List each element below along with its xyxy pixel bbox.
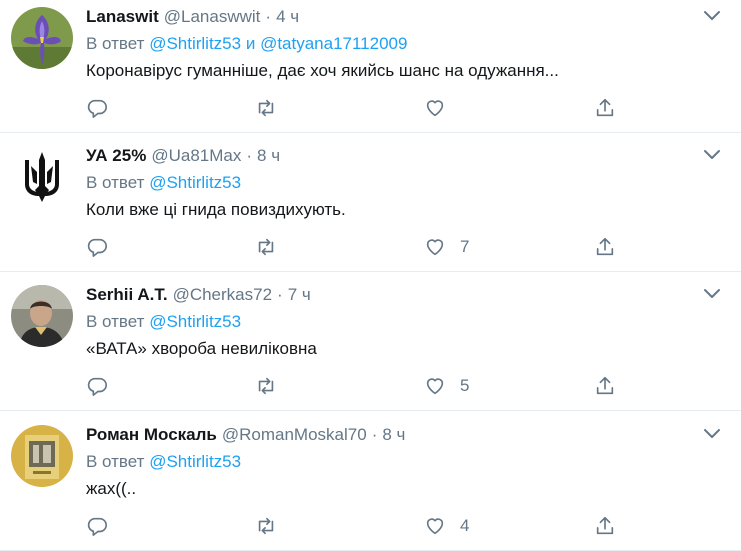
like-icon — [426, 518, 444, 535]
reply-context: В ответ @Shtirlitz53 — [86, 312, 241, 332]
reply-icon — [87, 99, 107, 118]
tweet-text: жах((.. — [86, 479, 137, 498]
retweet-icon — [258, 238, 274, 256]
reply-prefix: В ответ — [86, 452, 145, 471]
reply-icon — [87, 377, 107, 396]
retweet-icon — [258, 517, 274, 535]
author-name[interactable]: Роман Москаль — [86, 425, 217, 444]
tweet-header: Lanaswit @Lanaswwit · 4 ч — [86, 7, 299, 29]
reply-context: В ответ @Shtirlitz53 и @tatyana17112009 — [86, 34, 407, 54]
like-button[interactable]: 7 — [424, 234, 469, 260]
tweet-actions: 4 — [86, 513, 686, 539]
mention-link[interactable]: @Shtirlitz53 — [149, 312, 241, 331]
retweet-icon — [258, 99, 274, 117]
avatar[interactable] — [11, 285, 73, 347]
mention-link[interactable]: @Shtirlitz53 — [149, 173, 241, 192]
separator-dot: · — [246, 146, 253, 165]
reply-context: В ответ @Shtirlitz53 — [86, 173, 241, 193]
avatar[interactable] — [11, 146, 73, 208]
chevron-down-icon[interactable] — [702, 147, 722, 163]
like-button[interactable]: 5 — [424, 373, 469, 399]
separator-dot: · — [265, 7, 272, 26]
author-handle[interactable]: @Ua81Max — [151, 146, 241, 165]
tweet-header: Serhii A.T. @Cherkas72 · 7 ч — [86, 285, 311, 307]
tweet-time[interactable]: 7 ч — [288, 285, 311, 304]
share-button[interactable] — [594, 234, 616, 260]
share-button[interactable] — [594, 95, 616, 121]
reply-icon — [87, 517, 107, 536]
retweet-button[interactable] — [255, 513, 277, 539]
avatar[interactable] — [11, 425, 73, 487]
tweet[interactable]: УА 25% @Ua81Max · 8 ч В ответ @Shtirlitz53 … — [0, 133, 741, 272]
tweet-time[interactable]: 4 ч — [276, 7, 299, 26]
tweet-actions — [86, 95, 686, 121]
mention-link[interactable]: @tatyana17112009 — [260, 34, 407, 53]
like-button[interactable] — [424, 95, 460, 121]
like-icon — [426, 100, 444, 117]
mention-link[interactable]: @Shtirlitz53 — [149, 34, 241, 53]
like-count: 4 — [460, 516, 470, 535]
share-icon — [596, 516, 614, 535]
tweet-text: «ВАТА» хвороба невиліковна — [86, 339, 317, 358]
share-icon — [596, 237, 614, 256]
tweet[interactable]: Роман Москаль @RomanMoskal70 · 8 ч В ответ … — [0, 412, 741, 551]
reply-button[interactable] — [86, 373, 108, 399]
tweet-time[interactable]: 8 ч — [257, 146, 280, 165]
author-handle[interactable]: @Cherkas72 — [173, 285, 272, 304]
mention-joiner: и — [245, 34, 256, 53]
like-count: 5 — [460, 376, 470, 395]
reply-prefix: В ответ — [86, 173, 145, 192]
avatar[interactable] — [11, 7, 73, 69]
tweet[interactable]: Lanaswit @Lanaswwit · 4 ч В ответ @Shtirlit… — [0, 0, 741, 133]
author-name[interactable]: Serhii A.T. — [86, 285, 168, 304]
author-name[interactable]: Lanaswit — [86, 7, 159, 26]
separator-dot: · — [277, 285, 283, 304]
share-icon — [596, 98, 614, 117]
chevron-down-icon[interactable] — [702, 286, 722, 302]
author-handle[interactable]: @RomanMoskal70 — [222, 425, 367, 444]
mention-link[interactable]: @Shtirlitz53 — [149, 452, 241, 471]
reply-icon — [87, 238, 107, 257]
reply-button[interactable] — [86, 95, 108, 121]
reply-prefix: В ответ — [86, 34, 145, 53]
tweet-header: УА 25% @Ua81Max · 8 ч — [86, 146, 280, 168]
tweet-actions: 5 — [86, 373, 686, 399]
share-icon — [596, 376, 614, 395]
retweet-icon — [258, 377, 274, 395]
reply-prefix: В ответ — [86, 312, 145, 331]
chevron-down-icon[interactable] — [702, 426, 722, 442]
tweet[interactable]: Serhii A.T. @Cherkas72 · 7 ч В ответ @Shtir… — [0, 272, 741, 411]
separator-dot: · — [371, 425, 378, 444]
like-icon — [426, 239, 444, 256]
tweet-text: Коли вже ці гнида повиздихують. — [86, 200, 346, 219]
tweet-time[interactable]: 8 ч — [382, 425, 405, 444]
retweet-button[interactable] — [255, 95, 277, 121]
reply-button[interactable] — [86, 234, 108, 260]
author-name[interactable]: УА 25% — [86, 146, 146, 165]
tweet-text: Коронавірус гуманніше, дає хоч якийсь ша… — [86, 61, 559, 80]
like-button[interactable]: 4 — [424, 513, 469, 539]
author-handle[interactable]: @Lanaswwit — [164, 7, 261, 26]
like-icon — [426, 378, 444, 395]
tweet-actions: 7 — [86, 234, 686, 260]
reply-context: В ответ @Shtirlitz53 — [86, 452, 241, 472]
retweet-button[interactable] — [255, 234, 277, 260]
share-button[interactable] — [594, 513, 616, 539]
reply-button[interactable] — [86, 513, 108, 539]
chevron-down-icon[interactable] — [702, 8, 722, 24]
like-count: 7 — [460, 237, 470, 256]
tweet-header: Роман Москаль @RomanMoskal70 · 8 ч — [86, 425, 405, 447]
retweet-button[interactable] — [255, 373, 277, 399]
share-button[interactable] — [594, 373, 616, 399]
